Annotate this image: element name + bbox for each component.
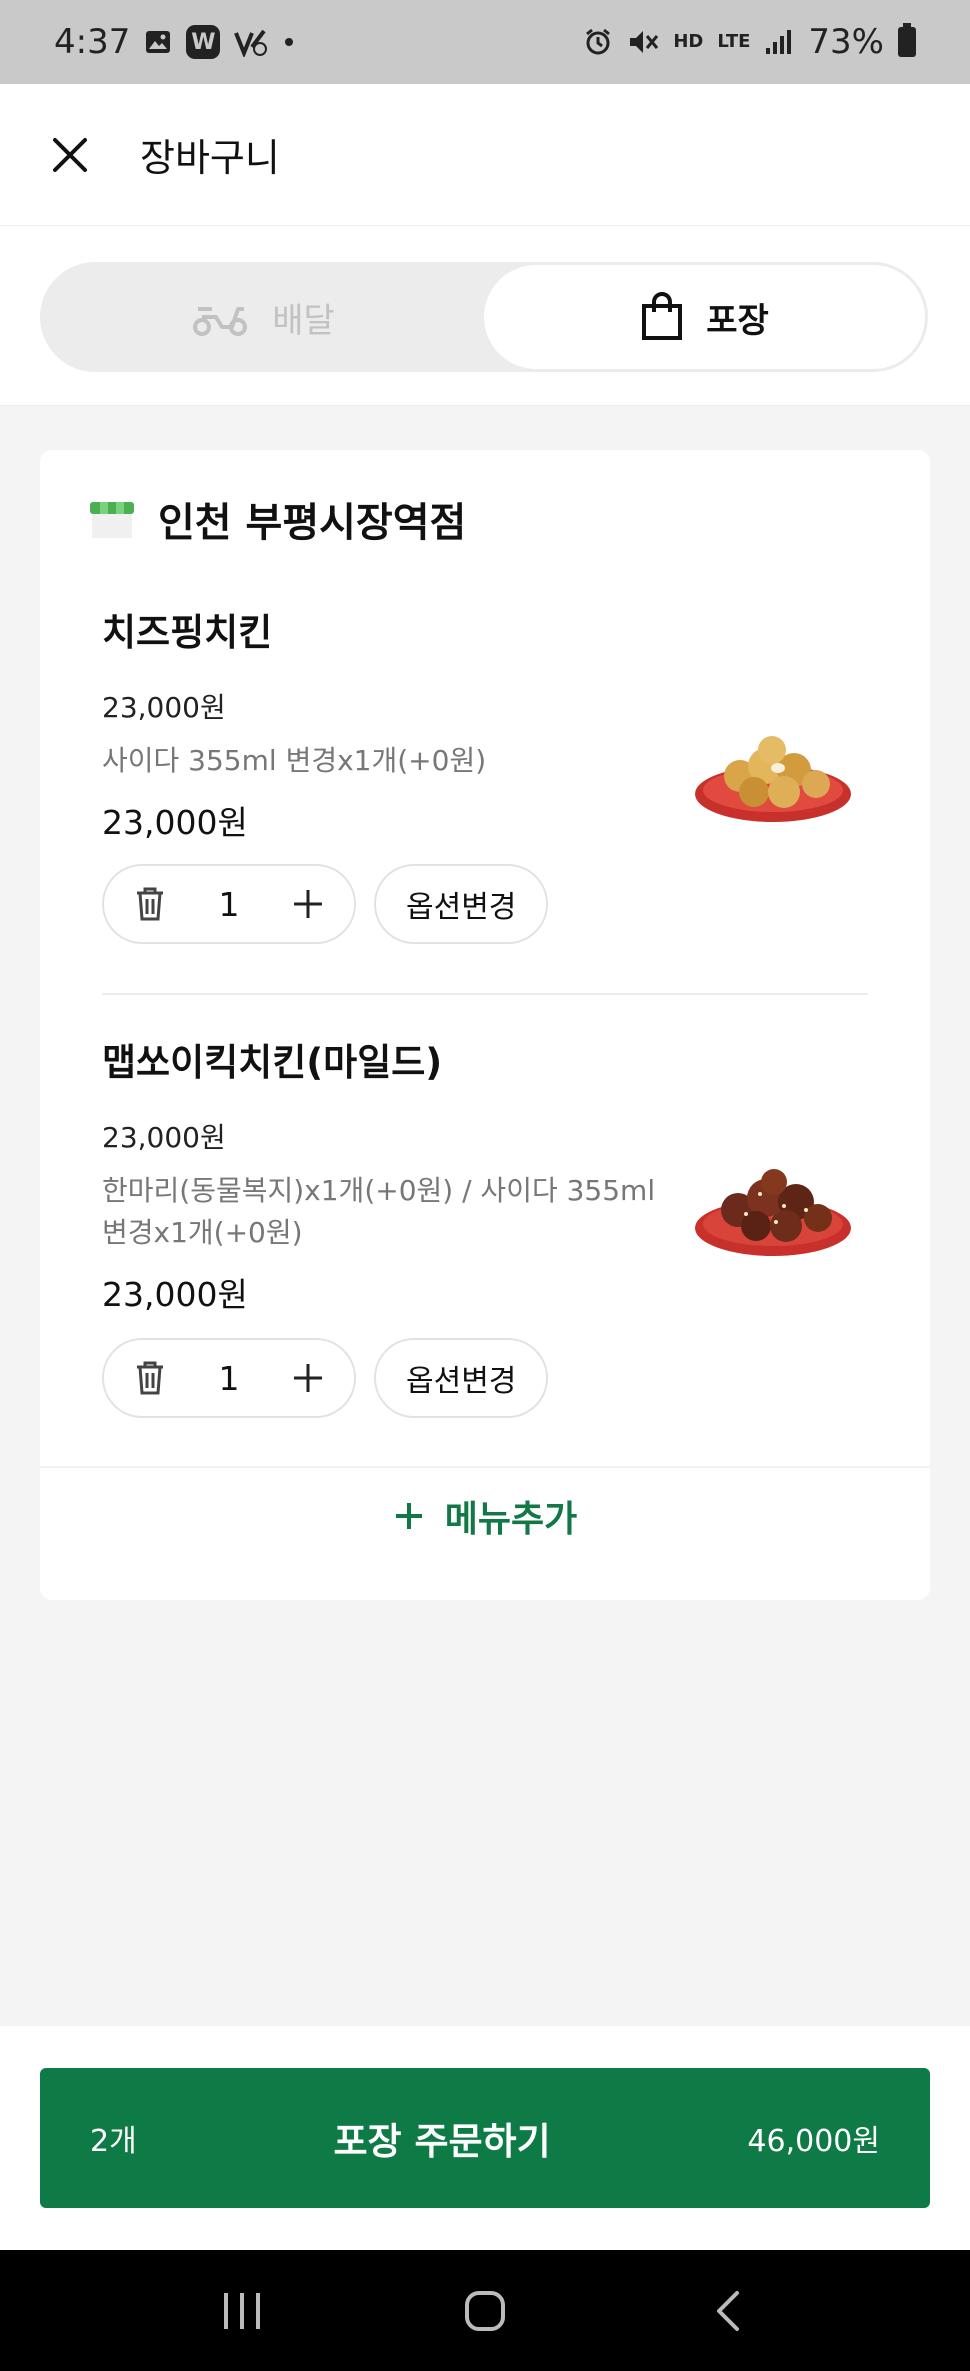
close-button[interactable]: [40, 125, 100, 185]
recent-apps-button[interactable]: [202, 2271, 282, 2351]
home-icon: [464, 2290, 505, 2331]
item-controls: 1 옵션변경: [102, 864, 549, 944]
item-name: 맵쏘이킥치킨(마일드): [102, 1041, 443, 1084]
cheese-chicken-image: [695, 736, 851, 822]
item-name: 치즈핑치킨: [102, 611, 273, 654]
order-total-price: 46,000원: [747, 2124, 880, 2159]
plus-icon: [294, 890, 322, 918]
quantity-stepper: 1: [102, 1338, 356, 1418]
trash-icon: [137, 1361, 163, 1395]
shopping-bag-icon: [642, 292, 683, 340]
close-icon: [53, 137, 87, 172]
change-options-button[interactable]: 옵션변경: [374, 1338, 549, 1418]
alarm-icon: [583, 27, 613, 57]
item-options: 한마리(동물복지)x1개(+0원) / 사이다 355ml 변경x1개(+0원): [102, 1174, 656, 1249]
trash-icon: [137, 887, 163, 921]
signal-icon: [764, 28, 794, 56]
dot-indicator-icon: [284, 37, 294, 47]
store-header: 인천 부평시장역점: [88, 490, 466, 548]
item-total-price: 23,000원: [102, 1275, 248, 1314]
wifi-call-icon: [234, 27, 270, 57]
clock: 4:37: [54, 22, 131, 62]
app-header: 장바구니: [0, 84, 970, 226]
delete-button[interactable]: [130, 1358, 170, 1398]
store-icon: [90, 502, 134, 538]
order-item-count: 2개: [90, 2124, 137, 2159]
app-notification-icon: W: [186, 25, 221, 59]
battery-percent: 73%: [808, 22, 884, 62]
cart-card: 인천 부평시장역점 치즈핑치킨 23,000원 사이다 355ml 변경x1개(…: [40, 450, 930, 1600]
mute-icon: [627, 27, 659, 57]
order-button[interactable]: 2개 포장 주문하기 46,000원: [40, 2068, 930, 2208]
hd-voice-icon: HD: [673, 31, 704, 52]
delivery-label: 배달: [272, 300, 335, 341]
cart-item: 맵쏘이킥치킨(마일드) 23,000원 한마리(동물복지)x1개(+0원) / …: [102, 1032, 868, 1316]
item-options: 사이다 355ml 변경x1개(+0원): [102, 744, 487, 777]
item-divider: [102, 993, 868, 995]
back-icon: [717, 2290, 740, 2331]
recent-apps-icon: [223, 2292, 260, 2329]
quantity-stepper: 1: [102, 864, 356, 944]
store-name: 인천 부평시장역점: [158, 500, 467, 546]
cart-item: 치즈핑치킨 23,000원 사이다 355ml 변경x1개(+0원) 23,00…: [102, 602, 868, 844]
takeout-tab[interactable]: 포장: [484, 265, 925, 369]
back-button[interactable]: [688, 2271, 768, 2351]
quantity-value: 1: [218, 1358, 240, 1398]
lte-icon: LTE: [717, 31, 751, 52]
order-button-label: 포장 주문하기: [333, 2120, 551, 2163]
plus-icon: [395, 1503, 422, 1529]
battery-icon: [898, 23, 916, 57]
takeout-label: 포장: [706, 300, 769, 341]
order-type-toggle: 배달 포장: [40, 262, 928, 372]
delivery-tab[interactable]: 배달: [43, 265, 484, 369]
plus-icon: [294, 1364, 322, 1392]
bottom-order-bar: 2개 포장 주문하기 46,000원: [0, 2026, 970, 2250]
gallery-icon: [144, 28, 172, 56]
system-nav-bar: [0, 2250, 970, 2371]
quantity-value: 1: [218, 884, 240, 924]
status-bar: 4:37 W HD LTE 73%: [0, 0, 970, 84]
status-right: HD LTE 73%: [583, 22, 916, 62]
page-title: 장바구니: [140, 136, 280, 180]
add-menu-button[interactable]: 메뉴추가: [40, 1466, 930, 1566]
item-controls: 1 옵션변경: [102, 1338, 549, 1418]
change-options-button[interactable]: 옵션변경: [374, 864, 549, 944]
scooter-icon: [193, 307, 248, 336]
status-left: 4:37 W: [54, 22, 294, 62]
delete-button[interactable]: [130, 884, 170, 924]
spicy-chicken-image: [695, 1169, 851, 1256]
add-menu-label: 메뉴추가: [444, 1499, 578, 1540]
order-type-section: 배달 포장: [0, 226, 970, 406]
increase-button[interactable]: [288, 1358, 328, 1398]
home-button[interactable]: [445, 2271, 525, 2351]
increase-button[interactable]: [288, 884, 328, 924]
